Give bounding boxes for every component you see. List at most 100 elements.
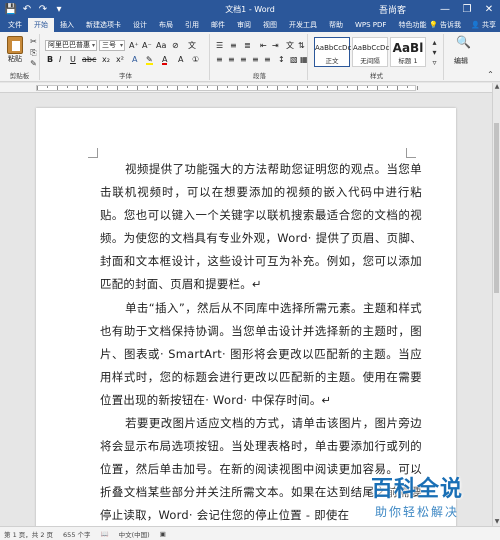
redo-icon[interactable]: ↷ xyxy=(36,2,50,16)
copy-icon[interactable]: ⎘ xyxy=(29,48,38,57)
underline-button[interactable]: U xyxy=(70,55,76,65)
align-right-icon[interactable]: ≡ xyxy=(240,55,247,65)
shading-icon[interactable]: ▧ xyxy=(290,55,298,65)
tab-features[interactable]: 特色功能 xyxy=(392,18,432,32)
tab-references[interactable]: 引用 xyxy=(179,18,205,32)
save-icon[interactable]: 💾 xyxy=(4,2,18,16)
increase-indent-icon[interactable]: ⇥ xyxy=(272,41,279,51)
subscript-icon[interactable]: x₂ xyxy=(102,55,110,65)
strikethrough-button[interactable]: abc xyxy=(82,55,96,65)
tab-review[interactable]: 审阅 xyxy=(231,18,257,32)
decrease-indent-icon[interactable]: ⇤ xyxy=(260,41,267,51)
align-center-icon[interactable]: ≡ xyxy=(228,55,235,65)
tab-home[interactable]: 开始 xyxy=(28,18,54,32)
tab-help[interactable]: 帮助 xyxy=(323,18,349,32)
styles-scroll-down-icon[interactable]: ▾ xyxy=(430,48,439,57)
customize-qat-icon[interactable]: ▾ xyxy=(52,2,66,16)
paste-icon xyxy=(7,36,23,54)
page-count[interactable]: 第 1 页，共 2 页 xyxy=(4,529,53,539)
proofing-icon[interactable]: 📖 xyxy=(101,530,109,538)
highlight-icon[interactable]: ✎ xyxy=(146,55,153,65)
share-button[interactable]: 👤 共享 xyxy=(471,20,496,30)
ruler-tick xyxy=(167,86,168,88)
style-normal-name: 正文 xyxy=(325,57,339,65)
enclose-character-icon[interactable]: ① xyxy=(192,55,199,65)
align-left-icon[interactable]: ≡ xyxy=(216,55,223,65)
shrink-font-icon[interactable]: A⁻ xyxy=(142,41,152,51)
font-size-value: 三号 xyxy=(102,41,116,49)
style-normal[interactable]: AaBbCcDc 正文 xyxy=(314,37,352,67)
superscript-icon[interactable]: x² xyxy=(116,55,124,65)
style-heading-1[interactable]: AaBl 标题 1 xyxy=(390,37,426,67)
character-shading-icon[interactable]: A xyxy=(178,55,183,65)
collapse-ribbon-icon[interactable]: ⌃ xyxy=(486,70,495,79)
language-status[interactable]: 中文(中国) xyxy=(119,529,150,539)
document-page[interactable]: 视频提供了功能强大的方法帮助您证明您的观点。当您单击联机视频时，可以在想要添加的… xyxy=(36,108,456,528)
tab-view[interactable]: 视图 xyxy=(257,18,283,32)
close-icon[interactable]: ✕ xyxy=(478,0,500,18)
format-painter-icon[interactable]: ✎ xyxy=(29,59,38,68)
paste-button[interactable]: 粘贴 xyxy=(4,36,26,64)
scroll-down-icon[interactable]: ▼ xyxy=(493,518,500,526)
undo-icon[interactable]: ↶ xyxy=(20,2,34,16)
macro-record-icon[interactable]: ▣ xyxy=(160,530,166,538)
bullets-icon[interactable]: ☰ xyxy=(216,41,223,51)
style-no-spacing[interactable]: AaBbCcDc 无间隔 xyxy=(352,37,389,67)
tab-developer[interactable]: 开发工具 xyxy=(283,18,323,32)
justify-icon[interactable]: ≡ xyxy=(252,55,259,65)
text-effects-icon[interactable]: A xyxy=(132,55,137,65)
editing-button[interactable]: 编辑 xyxy=(446,56,476,66)
ruler-tick xyxy=(267,86,268,88)
change-case-icon[interactable]: Aa xyxy=(156,41,166,51)
paste-label: 粘贴 xyxy=(8,55,22,63)
borders-icon[interactable]: ▦ xyxy=(300,55,308,65)
distributed-icon[interactable]: ≡ xyxy=(264,55,271,65)
watermark-title: 百科全说 xyxy=(370,477,463,502)
style-heading-1-name: 标题 1 xyxy=(398,57,418,65)
watermark-subtitle: 助你轻松解决 xyxy=(374,505,459,519)
paragraph[interactable]: 视频提供了功能强大的方法帮助您证明您的观点。当您单击联机视频时，可以在想要添加的… xyxy=(100,158,422,297)
scroll-thumb[interactable] xyxy=(494,123,499,293)
minimize-icon[interactable]: — xyxy=(434,0,456,18)
paragraph-group-label: 段落 xyxy=(253,72,266,80)
vertical-scrollbar[interactable]: ▲ ▼ xyxy=(492,83,500,526)
tab-design[interactable]: 设计 xyxy=(127,18,153,32)
tab-layout[interactable]: 布局 xyxy=(153,18,179,32)
line-spacing-icon[interactable]: ↕ xyxy=(278,55,285,65)
tab-wps-pdf[interactable]: WPS PDF xyxy=(349,18,392,32)
chinese-layout-icon[interactable]: 文 xyxy=(286,41,294,51)
tab-new[interactable]: 新建选项卡 xyxy=(80,18,127,32)
grow-font-icon[interactable]: A⁺ xyxy=(129,41,139,51)
horizontal-ruler[interactable] xyxy=(0,83,492,93)
style-normal-preview: AaBbCcDc xyxy=(315,44,352,52)
font-color-icon[interactable]: A xyxy=(162,55,168,65)
bold-button[interactable]: B xyxy=(47,55,53,65)
tab-mailings[interactable]: 邮件 xyxy=(205,18,231,32)
restore-icon[interactable]: ❐ xyxy=(456,0,478,18)
scroll-up-icon[interactable]: ▲ xyxy=(493,83,500,91)
font-size-select[interactable]: 三号 ▾ xyxy=(99,40,125,51)
find-icon[interactable]: 🔍 xyxy=(456,36,471,52)
tell-me-button[interactable]: 💡 告诉我 xyxy=(429,20,461,30)
multilevel-list-icon[interactable]: ≣ xyxy=(244,41,251,51)
tab-file[interactable]: 文件 xyxy=(2,18,28,32)
ruler-tick xyxy=(47,86,48,88)
ruler-tick xyxy=(227,86,228,88)
styles-scroll-up-icon[interactable]: ▴ xyxy=(430,38,439,47)
sort-icon[interactable]: ⇅ xyxy=(298,41,305,51)
font-name-select[interactable]: 阿里巴巴普惠 ▾ xyxy=(45,40,97,51)
numbering-icon[interactable]: ≡ xyxy=(230,41,237,51)
word-count[interactable]: 655 个字 xyxy=(63,529,90,539)
paragraph[interactable]: 单击“插入”，然后从不同库中选择所需元素。主题和样式也有助于文档保持协调。当您单… xyxy=(100,297,422,412)
clear-format-icon[interactable]: ⊘ xyxy=(172,41,179,51)
tab-insert[interactable]: 插入 xyxy=(54,18,80,32)
phonetic-guide-icon[interactable]: 文 xyxy=(188,41,196,51)
document-body[interactable]: 视频提供了功能强大的方法帮助您证明您的观点。当您单击联机视频时，可以在想要添加的… xyxy=(100,158,422,528)
ruler-tick xyxy=(187,86,188,88)
cut-icon[interactable]: ✂ xyxy=(29,37,38,46)
ruler-tick xyxy=(257,86,258,90)
account-area[interactable]: 吾尚客 xyxy=(379,0,406,18)
styles-more-icon[interactable]: ▿ xyxy=(430,58,439,67)
ruler-tick xyxy=(77,86,78,90)
italic-button[interactable]: I xyxy=(59,55,61,65)
